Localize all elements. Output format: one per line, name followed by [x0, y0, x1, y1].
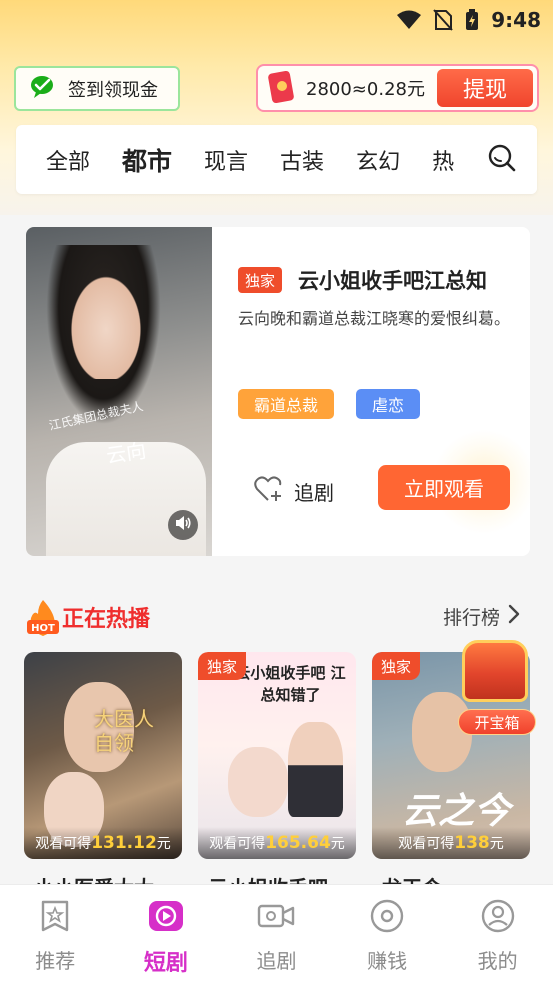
ranking-link[interactable]: 排行榜 [443, 603, 520, 630]
poster-figure [288, 722, 343, 817]
featured-description: 云向晚和霸道总裁江晓寒的爱恨纠葛。 [238, 309, 511, 328]
follow-label: 追剧 [294, 481, 334, 505]
checkin-button[interactable]: 签到领现金 [14, 66, 180, 111]
earn-prefix: 观看可得 [209, 836, 266, 852]
status-time: 9:48 [491, 8, 541, 32]
nav-label: 赚钱 [367, 949, 408, 973]
drama-card[interactable]: 大医人自领 观看可得 131.12 元 [24, 652, 182, 859]
nav-label: 短剧 [143, 951, 188, 976]
earn-money-icon [370, 899, 404, 937]
earn-suffix: 元 [489, 836, 504, 852]
genre-tag[interactable]: 霸道总裁 [238, 389, 335, 419]
hot-badge-text: HOT [31, 623, 55, 634]
tab-all[interactable]: 全部 [46, 144, 90, 176]
balance-amount: 2800≈0.28元 [306, 79, 425, 100]
poster-caption-name: 云向 [104, 438, 148, 468]
search-icon [488, 144, 516, 176]
exclusive-badge: 独家 [238, 267, 283, 293]
exclusive-badge: 独家 [372, 652, 421, 680]
earn-value: 165.64 [265, 833, 331, 853]
ranking-label: 排行榜 [442, 607, 500, 629]
poster-title-art: 云小姐收手吧 江总知错了 [235, 664, 346, 704]
featured-poster[interactable]: 江氏集团总裁夫人 云向 [26, 227, 212, 556]
nav-follow-drama[interactable]: 追剧 [221, 885, 332, 983]
withdraw-button[interactable]: 提现 [437, 69, 533, 107]
featured-drama-card[interactable]: 江氏集团总裁夫人 云向 独家 云小姐收手吧江总知 云向晚和霸道总裁江晓寒的爱恨纠… [26, 227, 530, 556]
hot-section-title: 正在热播 [62, 607, 151, 632]
poster-title-art: 大医人自领 [94, 707, 154, 755]
wifi-icon [397, 10, 422, 30]
tab-fantasy[interactable]: 玄幻 [356, 144, 400, 176]
earn-suffix: 元 [156, 836, 171, 852]
recommend-icon [39, 899, 71, 937]
follow-drama-button[interactable]: 追剧 [254, 475, 334, 508]
genre-tag[interactable]: 虐恋 [356, 389, 421, 419]
nav-short-drama[interactable]: 短剧 [111, 885, 222, 983]
category-tabs: 全部 都市 现言 古装 玄幻 热 [16, 125, 537, 194]
earn-prefix: 观看可得 [35, 836, 92, 852]
nav-recommend[interactable]: 推荐 [0, 885, 111, 983]
watch-now-button[interactable]: 立即观看 [378, 465, 510, 510]
search-button[interactable] [467, 125, 537, 194]
earn-reward-bar: 观看可得 165.64 元 [198, 827, 356, 859]
earn-suffix: 元 [330, 836, 345, 852]
nav-profile[interactable]: 我的 [442, 885, 553, 983]
tab-city[interactable]: 都市 [122, 142, 172, 178]
short-drama-icon [147, 899, 185, 937]
poster-figure [228, 747, 288, 817]
nav-label: 推荐 [35, 949, 76, 973]
nav-earn-money[interactable]: 赚钱 [332, 885, 443, 983]
status-bar: 9:48 [0, 0, 553, 40]
poster-figure-face [66, 269, 146, 379]
exclusive-badge: 独家 [198, 652, 247, 680]
earn-reward-bar: 观看可得 138 元 [372, 827, 530, 859]
follow-drama-icon [256, 899, 296, 937]
red-envelope-icon [268, 68, 296, 108]
drama-card[interactable]: 云小姐收手吧 江总知错了 独家 观看可得 165.64 元 [198, 652, 356, 859]
tab-hot[interactable]: 热 [432, 144, 454, 176]
earn-prefix: 观看可得 [398, 836, 455, 852]
tab-modern-romance[interactable]: 现言 [204, 144, 248, 176]
earn-value: 138 [454, 833, 490, 853]
treasure-chest-button[interactable]: 开宝箱 [456, 636, 538, 741]
featured-title[interactable]: 云小姐收手吧江总知 [298, 265, 487, 295]
speaker-icon [174, 514, 192, 536]
earn-value: 131.12 [91, 833, 157, 853]
treasure-chest-icon [462, 640, 528, 702]
heart-plus-icon [254, 475, 284, 508]
nav-label: 我的 [477, 949, 518, 973]
checkin-label: 签到领现金 [68, 79, 158, 101]
profile-icon [481, 899, 515, 937]
no-sim-icon [433, 9, 453, 31]
bottom-nav: 推荐 短剧 追剧 赚钱 我的 [0, 884, 553, 983]
wechat-icon [30, 74, 60, 104]
hot-flame-icon: HOT [26, 598, 60, 642]
earn-reward-bar: 观看可得 131.12 元 [24, 827, 182, 859]
battery-charging-icon [465, 9, 479, 31]
sound-toggle-button[interactable] [168, 510, 198, 540]
balance-panel: 2800≈0.28元 提现 [256, 64, 539, 112]
hot-section-header: HOT 正在热播 排行榜 [26, 598, 526, 638]
nav-label: 追剧 [256, 949, 297, 973]
treasure-label: 开宝箱 [458, 709, 536, 735]
chevron-right-icon [508, 604, 520, 629]
tab-costume[interactable]: 古装 [280, 144, 324, 176]
